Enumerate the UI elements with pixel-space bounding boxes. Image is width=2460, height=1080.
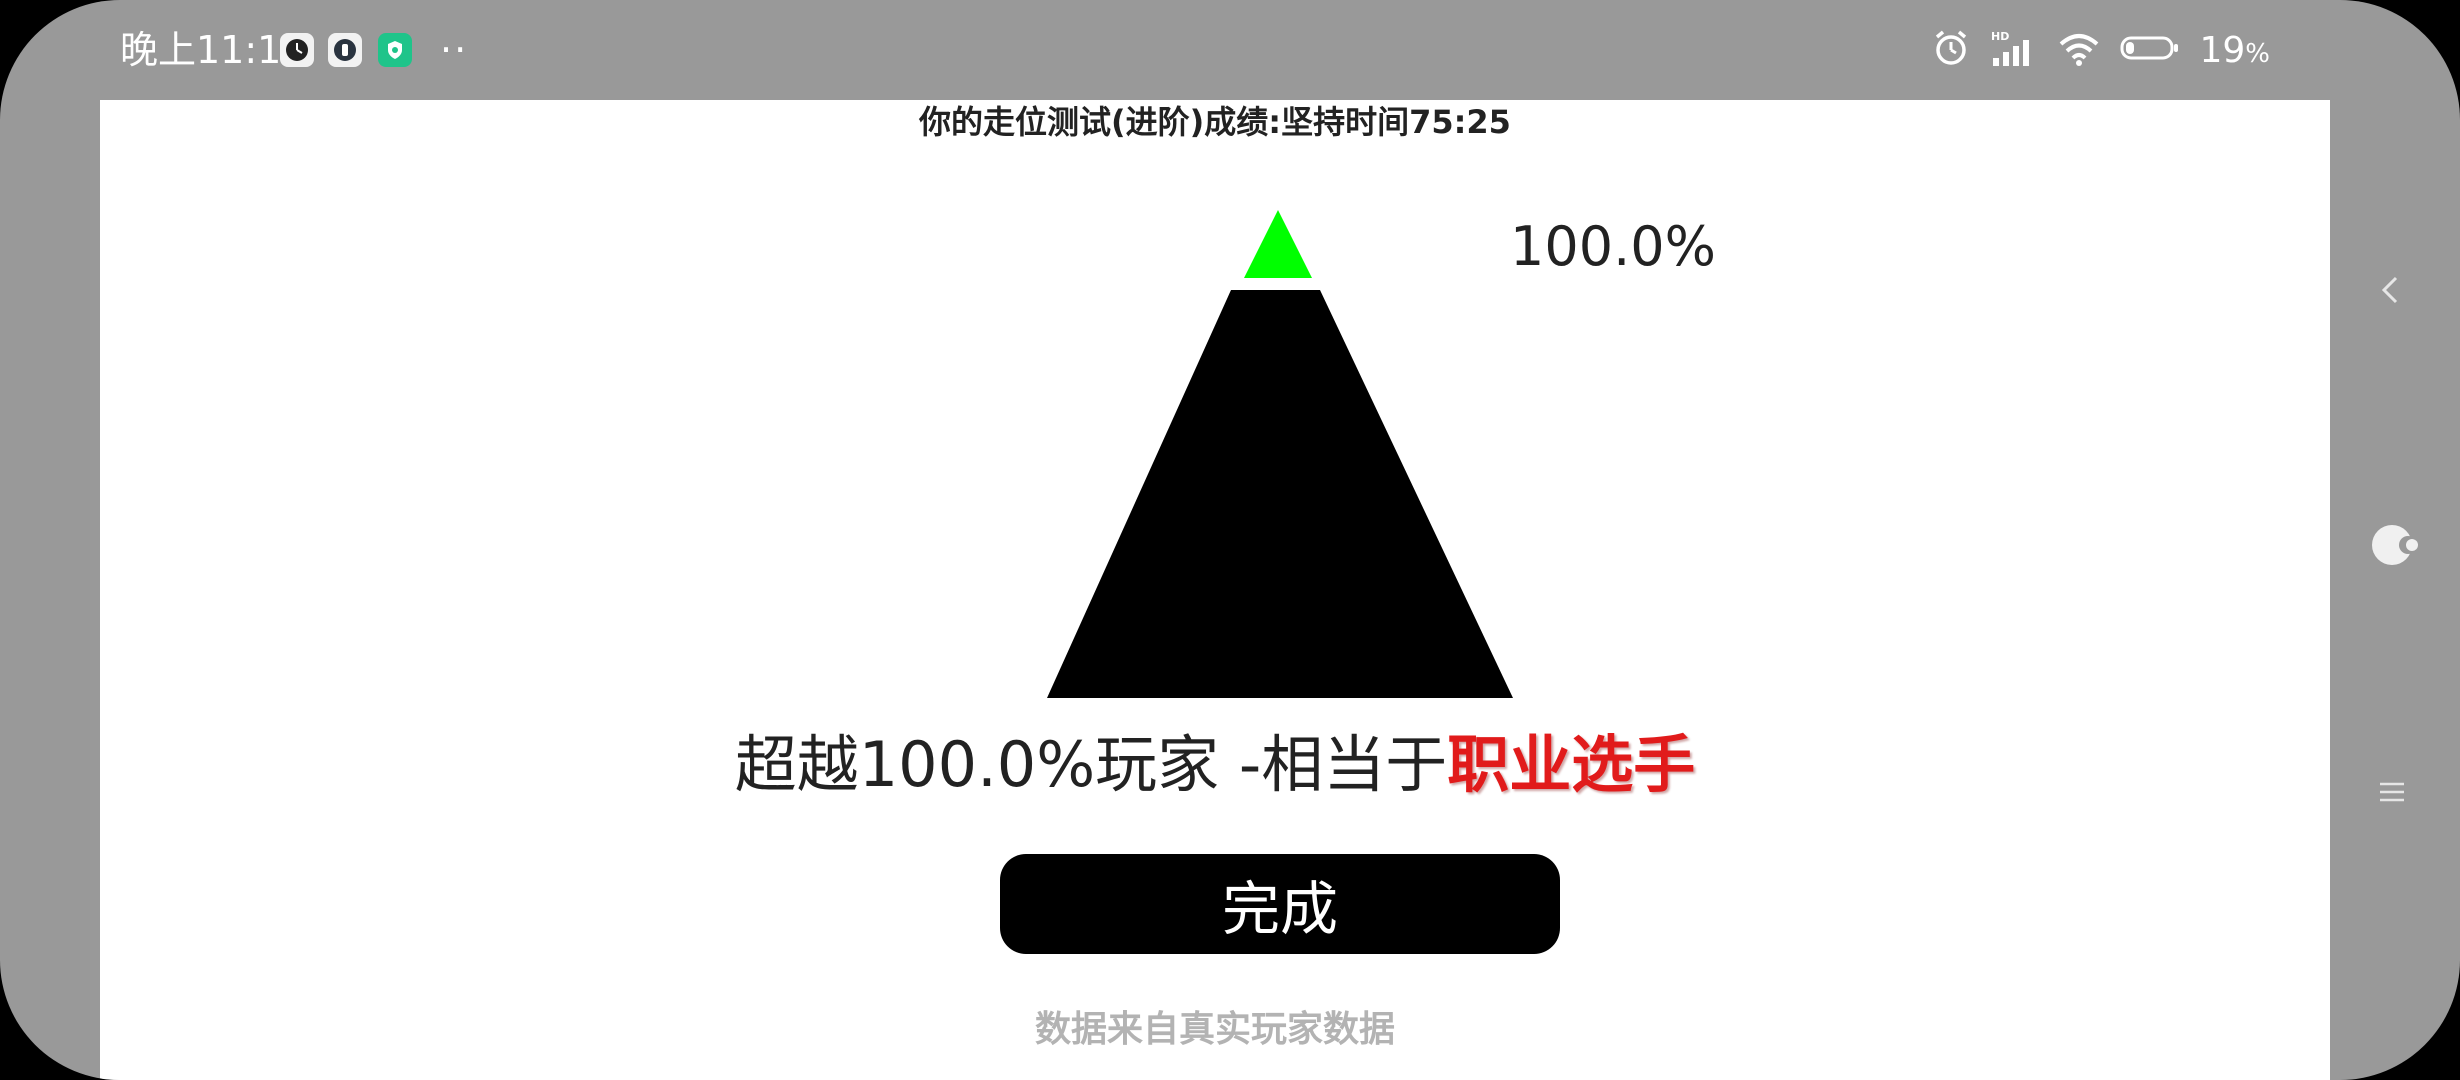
network-type-label: HD	[1991, 30, 2009, 43]
battery-percent-sign: %	[2245, 38, 2270, 69]
more-notifications-icon: ··	[440, 28, 469, 72]
shield-app-icon	[378, 33, 412, 67]
cellular-signal-icon: HD	[1989, 28, 2039, 72]
status-time: 晚上11:11	[120, 28, 306, 72]
app-notification-icon	[328, 33, 362, 67]
menu-icon[interactable]	[2374, 774, 2410, 814]
data-source-note: 数据来自真实玩家数据	[1034, 1009, 1395, 1050]
battery-icon	[2119, 28, 2181, 72]
wifi-icon	[2057, 28, 2101, 72]
result-summary: 超越100.0%玩家 -相当于职业选手	[100, 720, 2330, 810]
floating-ball-icon[interactable]	[2368, 518, 2422, 576]
rank-title: 职业选手	[1447, 728, 1696, 801]
navigation-bar	[2330, 100, 2460, 1080]
alarm-icon	[1931, 28, 1971, 72]
summary-text: 超越100.0%玩家 -相当于	[734, 728, 1448, 801]
clock-app-icon	[280, 33, 314, 67]
phone-frame: 晚上11:11 ·· HD 19% 你的走位测试(进阶)成绩:坚持时间75:25…	[0, 0, 2460, 1080]
percentile-label: 100.0%	[1510, 215, 1716, 278]
back-icon[interactable]	[2370, 270, 2410, 314]
battery-level: 19%	[2199, 30, 2270, 71]
done-button[interactable]: 完成	[1000, 854, 1560, 954]
status-indicators: HD 19%	[1931, 22, 2270, 78]
battery-percent: 19	[2199, 29, 2246, 71]
app-screen: 你的走位测试(进阶)成绩:坚持时间75:25 100.0% 超越100.0%玩家…	[100, 100, 2330, 1080]
pyramid-base	[1047, 290, 1513, 698]
status-bar: 晚上11:11 ·· HD 19%	[0, 0, 2460, 100]
pyramid-peak	[1244, 210, 1312, 278]
